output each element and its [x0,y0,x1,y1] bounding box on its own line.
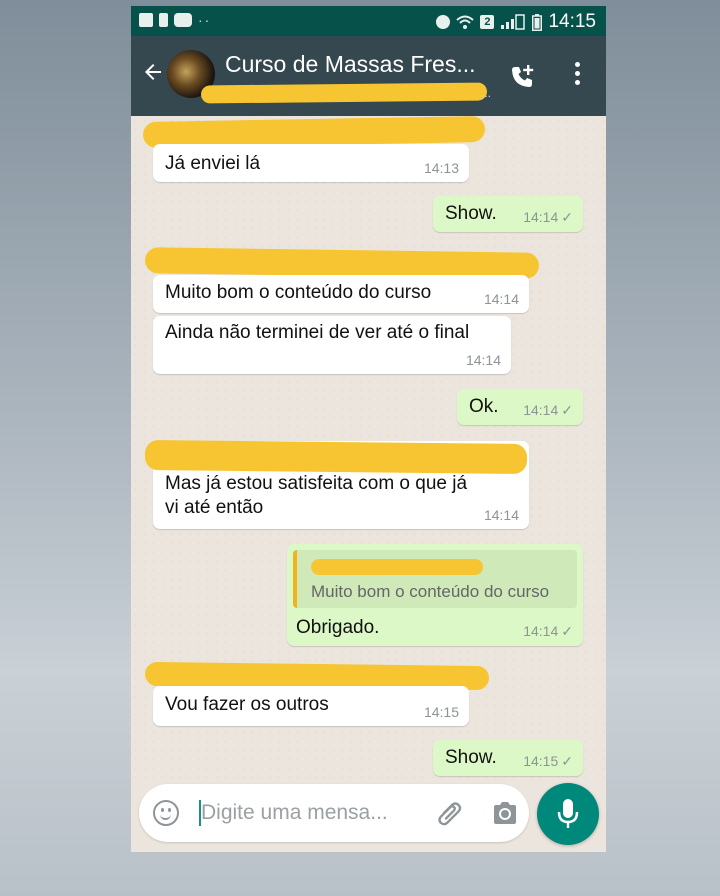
more-notifications-icon: ·· [198,12,212,28]
sent-check-icon: ✓ [561,753,573,769]
message-text: Muito bom o conteúdo do curso [165,282,432,303]
message-text-line: Mas já estou satisfeita com o que já [165,473,468,494]
message-time: 14:13 [423,160,459,176]
message-time: 14:14 [523,209,559,225]
chat-title[interactable]: Curso de Massas Fres... [225,51,476,78]
message-text: Obrigado. [296,617,380,638]
notification-icons: ·· [139,12,211,28]
emoji-icon[interactable] [153,800,179,826]
message-text: Já enviei lá [165,153,261,174]
wifi-icon [456,15,475,29]
redacted-sender-name [144,440,528,474]
signal-icon [501,14,526,30]
chat-header: Curso de Massas Fres... ... [131,36,606,116]
sent-check-icon: ✓ [561,209,573,225]
message-composer [139,784,529,842]
message-time: 14:15 [423,704,459,720]
status-bar: ·· 2 14:15 [131,6,606,36]
voice-record-button[interactable] [537,783,599,845]
message-meta: 14:14 ✓ [523,402,573,419]
message-meta: 14:15 ✓ [523,753,573,770]
redacted-participants [200,82,488,104]
message-incoming[interactable]: Muito bom o conteúdo do curso 14:14 [153,275,529,313]
message-time: 14:14 [465,352,501,368]
message-text-line: vi até então [165,497,264,518]
phone-screen: ·· 2 14:15 Curso de Massas Fres... ... J… [131,6,606,852]
arrow-left-icon[interactable] [141,60,165,89]
message-list[interactable]: Já enviei lá 14:13 Show. 14:14 ✓ Muito bo… [131,116,606,778]
message-text: Show. [445,747,497,768]
message-time: 14:14 [523,623,559,639]
message-input[interactable] [201,798,431,828]
sent-check-icon: ✓ [561,402,573,418]
sim-slot-badge: 2 [480,15,495,29]
message-incoming[interactable]: Já enviei lá 14:13 [153,144,469,182]
paperclip-icon[interactable] [435,799,463,827]
message-text: Mas já estou satisfeita com o que já vi … [165,472,467,520]
redacted-quoted-sender [311,559,483,575]
clock: 14:15 [548,11,596,32]
quoted-text: Muito bom o conteúdo do curso [311,582,550,601]
message-meta: 14:14 ✓ [523,623,573,640]
battery-icon [532,13,543,31]
message-incoming[interactable]: Vou fazer os outros 14:15 [153,686,469,726]
message-outgoing[interactable]: Show. 14:14 ✓ [433,196,583,232]
message-outgoing[interactable]: Ok. 14:14 ✓ [457,389,583,425]
sent-check-icon: ✓ [561,623,573,639]
system-icons: 2 14:15 [436,11,596,33]
message-incoming[interactable]: Ainda não terminei de ver até o final 14… [153,316,511,374]
message-text: Show. [445,203,497,224]
message-time: 14:14 [523,402,559,418]
camera-icon[interactable] [491,800,519,826]
message-time: 14:15 [523,753,559,769]
message-text: Ainda não terminei de ver até o final [165,322,470,343]
youtube-icon [174,13,192,27]
message-meta: 14:14 ✓ [523,209,573,226]
add-call-icon[interactable] [508,63,536,91]
message-text: Vou fazer os outros [165,694,329,715]
gallery-icon [139,13,153,27]
participants-ellipsis: ... [481,86,492,100]
microphone-icon [557,799,579,828]
sim-card-icon [159,13,168,27]
message-time: 14:14 [483,291,519,307]
alarm-icon [436,15,451,29]
message-text: Ok. [469,396,499,417]
quoted-message[interactable]: Muito bom o conteúdo do curso [293,550,577,608]
message-outgoing-reply[interactable]: Muito bom o conteúdo do curso Obrigado. … [287,544,583,646]
message-time: 14:14 [483,507,519,523]
more-vert-icon[interactable] [574,62,582,90]
message-outgoing[interactable]: Show. 14:15 ✓ [433,740,583,776]
